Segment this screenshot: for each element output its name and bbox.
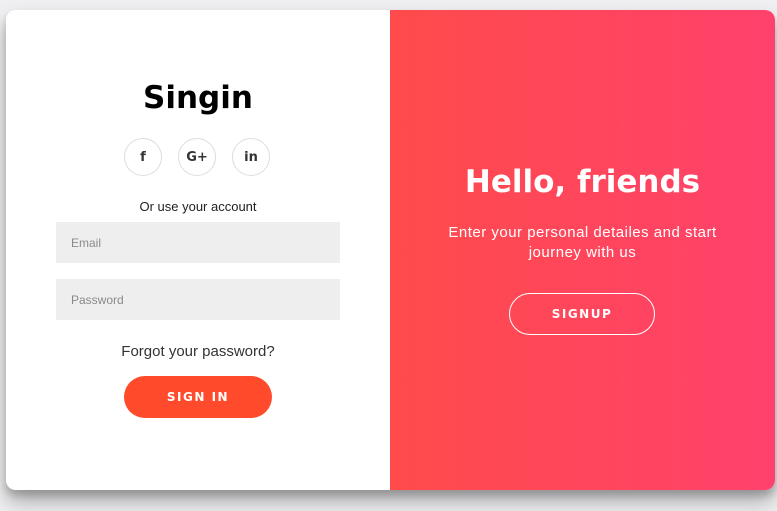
forgot-password-link[interactable]: Forgot your password?: [6, 343, 390, 360]
email-field[interactable]: [56, 222, 340, 263]
signin-panel: Singin f G+ in Or use your account Forgo…: [6, 10, 390, 490]
alt-login-text: Or use your account: [139, 199, 257, 214]
social-login-group: f G+ in: [124, 138, 274, 180]
auth-card: Singin f G+ in Or use your account Forgo…: [6, 10, 775, 490]
google-plus-icon: G+: [186, 149, 208, 165]
overlay-title: Hello, friends: [464, 164, 701, 200]
google-plus-button[interactable]: G+: [178, 138, 216, 176]
signin-title: Singin: [143, 80, 253, 116]
sign-in-button[interactable]: SIGN IN: [124, 376, 272, 418]
password-field[interactable]: [56, 279, 340, 320]
facebook-icon: f: [140, 149, 146, 165]
linkedin-icon: in: [244, 149, 258, 165]
overlay-panel: Hello, friends Enter your personal detai…: [390, 10, 775, 490]
facebook-button[interactable]: f: [124, 138, 162, 176]
overlay-tagline: Enter your personal detailes and start j…: [448, 224, 717, 261]
sign-up-button[interactable]: SIGNUP: [509, 293, 655, 335]
linkedin-button[interactable]: in: [232, 138, 270, 176]
